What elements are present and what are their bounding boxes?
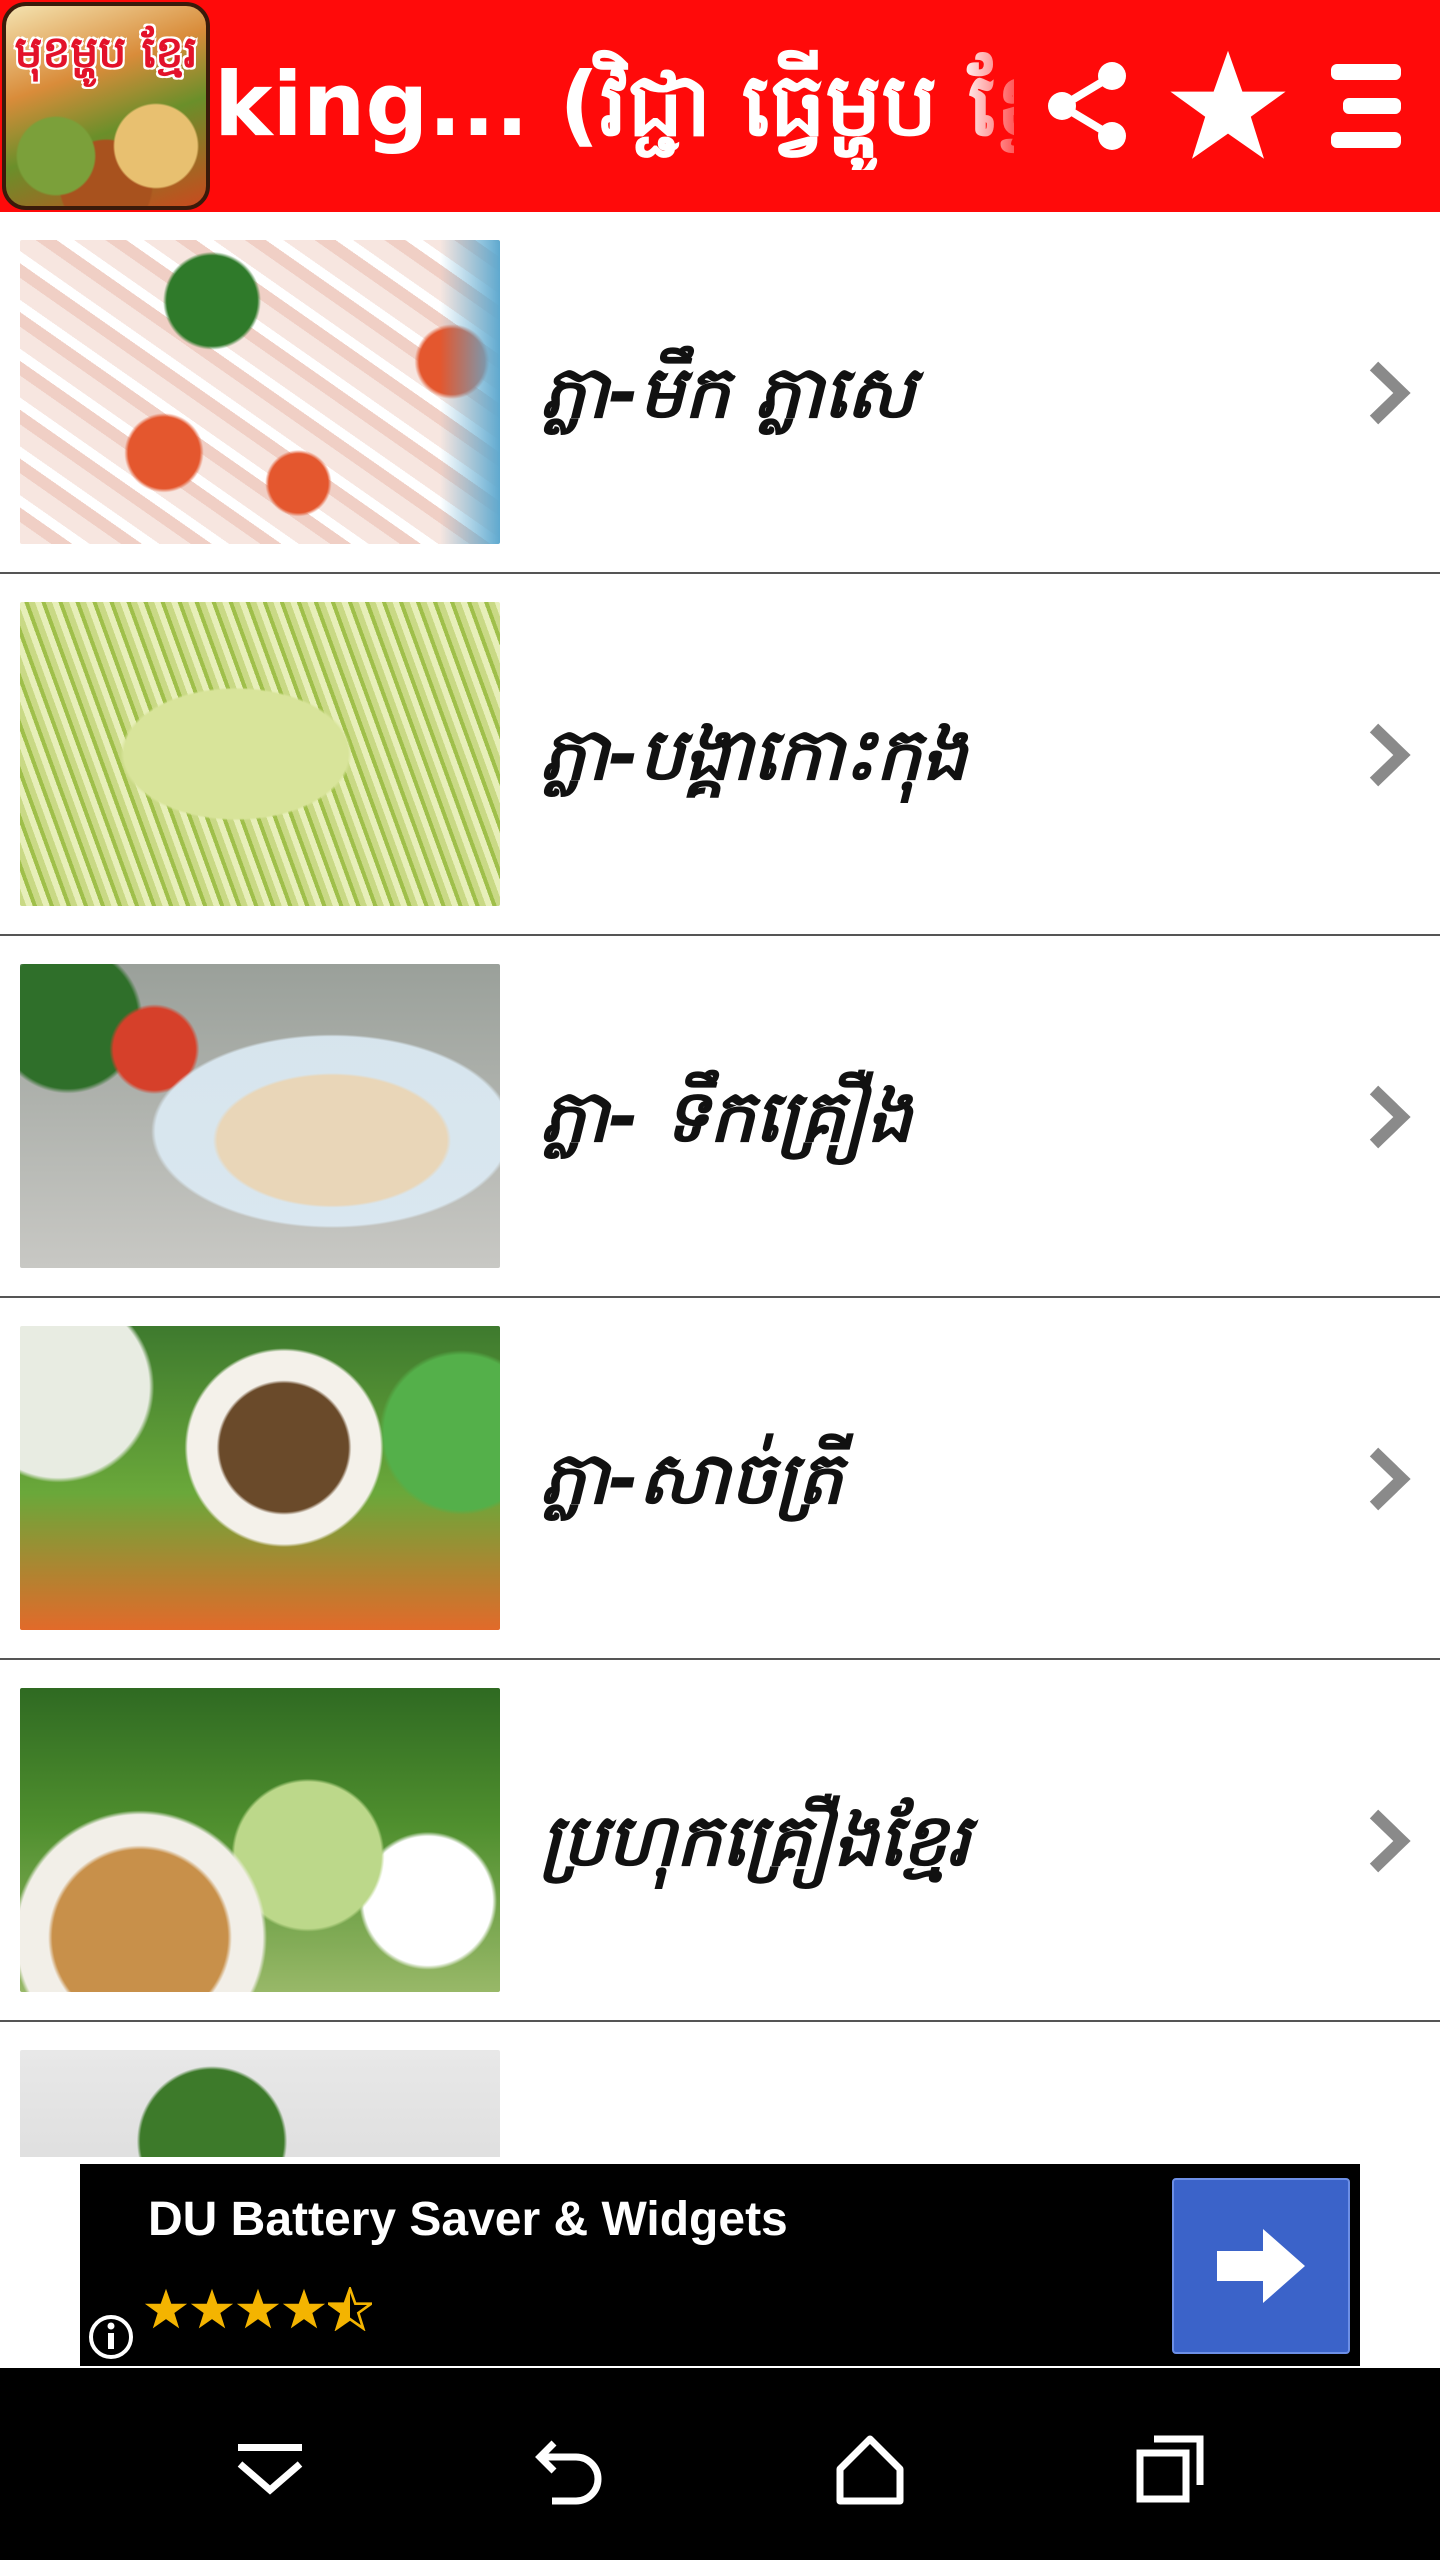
- salad-thumbnail: [20, 240, 500, 544]
- star-half-icon: [328, 2287, 372, 2331]
- prahok-thumbnail: [20, 1688, 500, 1992]
- list-item-label: ភ្លា-បង្គាកោះកុង: [540, 712, 968, 796]
- info-icon[interactable]: [86, 2312, 136, 2362]
- share-button[interactable]: [1028, 46, 1148, 166]
- logo-text: មុខម្ហូប ខ្មែរ: [14, 27, 198, 78]
- recents-button[interactable]: [1110, 2414, 1230, 2524]
- home-icon: [836, 2435, 904, 2505]
- app-logo[interactable]: មុខម្ហូប ខ្មែរ: [2, 2, 210, 210]
- chevron-right-icon: [1369, 361, 1411, 425]
- ad-rating: [144, 2274, 444, 2344]
- ad-banner[interactable]: DU Battery Saver & Widgets: [80, 2164, 1360, 2366]
- list-item-label: ភ្លា-សាច់ត្រី: [540, 1436, 843, 1520]
- list-item-label: ភ្លា- ទឹកគ្រឿង: [540, 1074, 913, 1158]
- list-item[interactable]: ភ្លា-មឹក ភ្លាសេ: [0, 212, 1440, 574]
- system-nav-bar: [0, 2368, 1440, 2560]
- list-item[interactable]: ភ្លា-បង្គាកោះកុង: [0, 574, 1440, 936]
- back-icon: [535, 2440, 602, 2505]
- menu-button[interactable]: [1310, 46, 1430, 166]
- list-item[interactable]: [0, 2022, 1440, 2157]
- list-item[interactable]: ប្រហុកគ្រឿងខ្មែរ: [0, 1660, 1440, 2022]
- list-item[interactable]: ភ្លា- ទឹកគ្រឿង: [0, 936, 1440, 1298]
- arrow-right-icon: [1217, 2229, 1305, 2303]
- chevron-right-icon: [1369, 1447, 1411, 1511]
- chevron-right-icon: [1369, 1085, 1411, 1149]
- grilled-dish-thumbnail: [20, 2050, 500, 2157]
- hide-keyboard-button[interactable]: [210, 2414, 330, 2524]
- app-title: king... (វិជ្ជា ធ្វើម្ហូប ខ្មែរ.: [214, 53, 1014, 156]
- share-icon: [1048, 62, 1126, 150]
- menu-icon: [1331, 64, 1401, 148]
- star-icon: [1170, 50, 1286, 159]
- list-item-label: ភ្លា-មឹក ភ្លាសេ: [540, 350, 915, 434]
- recents-icon: [1136, 2435, 1204, 2503]
- ad-title: DU Battery Saver & Widgets: [148, 2193, 788, 2246]
- ad-cta-button[interactable]: [1172, 2178, 1350, 2354]
- recipe-list[interactable]: ភ្លា-មឹក ភ្លាសេ ភ្លា-បង្គាកោះកុង ភ្លា- ទ…: [0, 212, 1440, 2157]
- back-button[interactable]: [510, 2414, 630, 2524]
- app-bar: មុខម្ហូប ខ្មែរ king... (វិជ្ជា ធ្វើម្ហូប…: [0, 0, 1440, 212]
- home-button[interactable]: [810, 2414, 930, 2524]
- list-item-label: [540, 2152, 1320, 2157]
- prawn-salad-thumbnail: [20, 602, 500, 906]
- hide-keyboard-icon: [237, 2444, 303, 2495]
- list-item-label: ប្រហុកគ្រឿងខ្មែរ: [540, 1798, 970, 1882]
- chevron-right-icon: [1369, 1809, 1411, 1873]
- list-item[interactable]: ភ្លា-សាច់ត្រី: [0, 1298, 1440, 1660]
- chevron-right-icon: [1369, 723, 1411, 787]
- star-full-icon: [144, 2288, 188, 2329]
- star-full-icon: [190, 2288, 234, 2329]
- favorite-button[interactable]: [1168, 46, 1288, 166]
- dipping-sauce-thumbnail: [20, 964, 500, 1268]
- screen: មុខម្ហូប ខ្មែរ king... (វិជ្ជា ធ្វើម្ហូប…: [0, 0, 1440, 2560]
- fish-dip-thumbnail: [20, 1326, 500, 1630]
- star-full-icon: [236, 2288, 280, 2329]
- star-full-icon: [282, 2288, 326, 2329]
